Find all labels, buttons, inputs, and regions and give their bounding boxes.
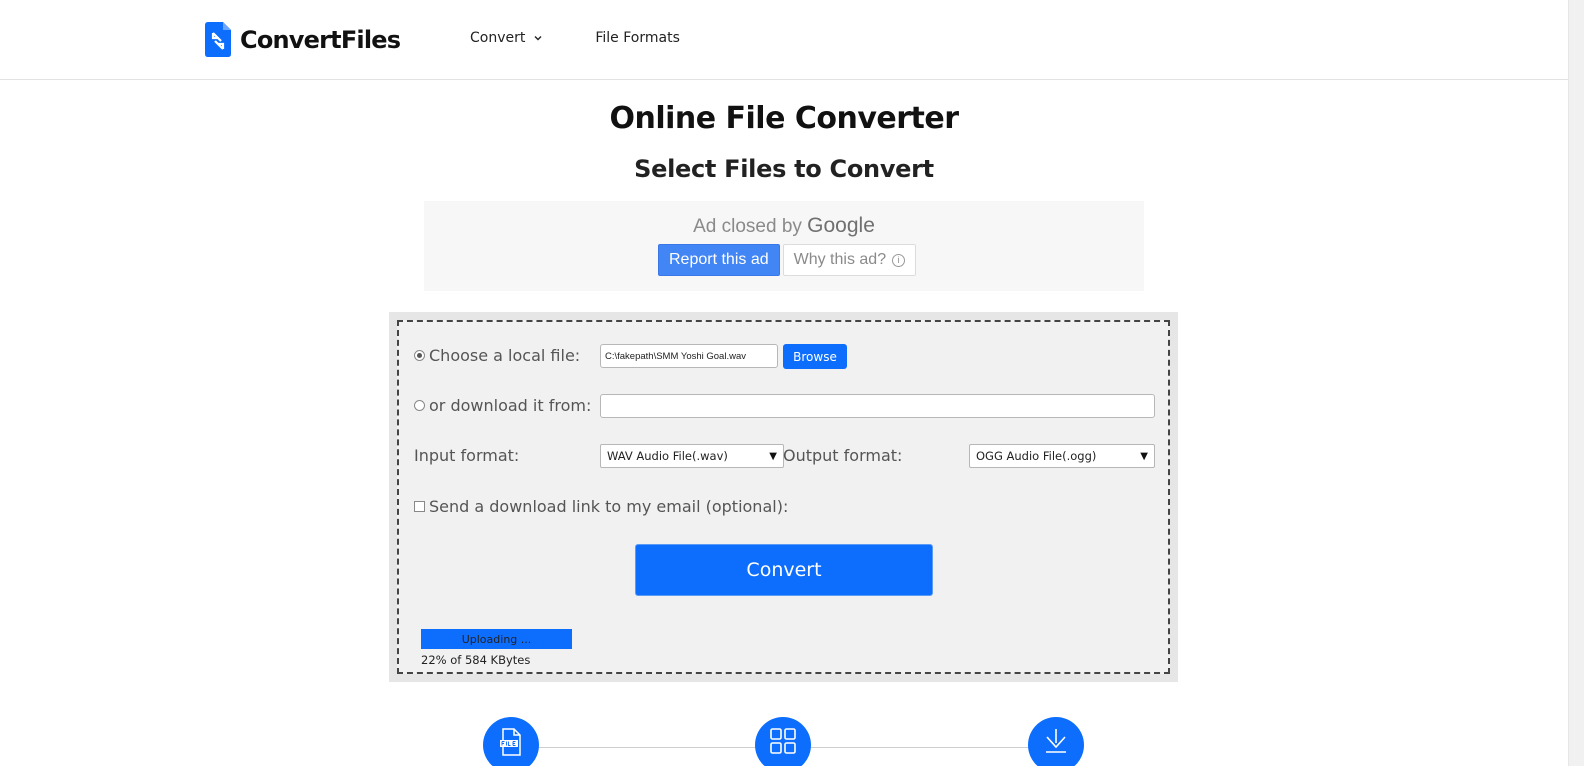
dropdown-arrow-icon: ▼ <box>1140 450 1148 462</box>
ad-feedback-buttons: Report this ad Why this ad? i <box>658 244 917 276</box>
page-title: Online File Converter <box>609 101 959 136</box>
download-option[interactable]: or download it from: <box>414 396 591 415</box>
ad-closed-text: Ad closed by Google <box>424 214 1144 238</box>
logo-text: ConvertFiles <box>240 25 401 54</box>
browse-button[interactable]: Browse <box>783 344 847 369</box>
why-this-ad-label: Why this ad? <box>793 251 887 268</box>
nav-convert-label: Convert <box>470 30 526 46</box>
download-url-input[interactable] <box>600 394 1155 418</box>
google-logo-text: Google <box>807 214 875 237</box>
why-this-ad-button[interactable]: Why this ad? i <box>782 244 917 276</box>
input-format-value: WAV Audio File(.wav) <box>607 449 728 463</box>
site-header: ConvertFiles Convert File Formats <box>0 0 1568 80</box>
output-format-select[interactable]: OGG Audio File(.ogg) ▼ <box>969 444 1155 468</box>
file-icon <box>500 728 521 756</box>
download-url-radio[interactable] <box>414 400 425 411</box>
dropdown-arrow-icon: ▼ <box>769 450 777 462</box>
email-label: Send a download link to my email (option… <box>429 497 789 516</box>
upload-progress-bar: Uploading ... <box>421 629 572 649</box>
local-file-label: Choose a local file: <box>429 346 581 365</box>
grid-icon <box>770 728 796 754</box>
converter-form: Choose a local file: C:\fakepath\SMM Yos… <box>397 320 1170 674</box>
main-nav: Convert File Formats <box>470 30 680 46</box>
step-select-file <box>483 717 539 766</box>
page-scrollbar[interactable] <box>1568 0 1584 766</box>
page-subtitle: Select Files to Convert <box>634 155 934 183</box>
upload-status-text: Uploading ... <box>461 632 532 646</box>
logo-link[interactable]: ConvertFiles <box>205 22 401 57</box>
nav-file-formats-link[interactable]: File Formats <box>595 30 680 46</box>
convertfiles-logo-icon <box>205 22 231 57</box>
output-format-label: Output format: <box>783 446 903 465</box>
download-icon <box>1046 729 1066 753</box>
local-file-radio[interactable] <box>414 350 425 361</box>
output-format-value: OGG Audio File(.ogg) <box>976 449 1097 463</box>
local-file-option[interactable]: Choose a local file: <box>414 346 580 365</box>
ad-closed-by-text: Ad closed by <box>693 216 802 237</box>
email-checkbox[interactable] <box>414 501 425 512</box>
info-icon: i <box>892 253 906 267</box>
report-ad-button[interactable]: Report this ad <box>658 244 780 276</box>
step-download <box>1028 717 1084 766</box>
nav-convert-dropdown[interactable]: Convert <box>470 30 543 46</box>
step-choose-format <box>755 717 811 766</box>
upload-progress-text: 22% of 584 KBytes <box>421 653 531 667</box>
local-file-input[interactable]: C:\fakepath\SMM Yoshi Goal.wav <box>600 344 778 368</box>
input-format-label: Input format: <box>414 446 520 465</box>
email-option[interactable]: Send a download link to my email (option… <box>414 497 788 516</box>
convert-button[interactable]: Convert <box>635 544 933 596</box>
download-label: or download it from: <box>429 396 592 415</box>
input-format-select[interactable]: WAV Audio File(.wav) ▼ <box>600 444 784 468</box>
ad-closed-panel: Ad closed by Google Report this ad Why t… <box>424 201 1144 291</box>
converter-panel: Choose a local file: C:\fakepath\SMM Yos… <box>389 312 1178 682</box>
chevron-down-icon <box>534 36 542 41</box>
